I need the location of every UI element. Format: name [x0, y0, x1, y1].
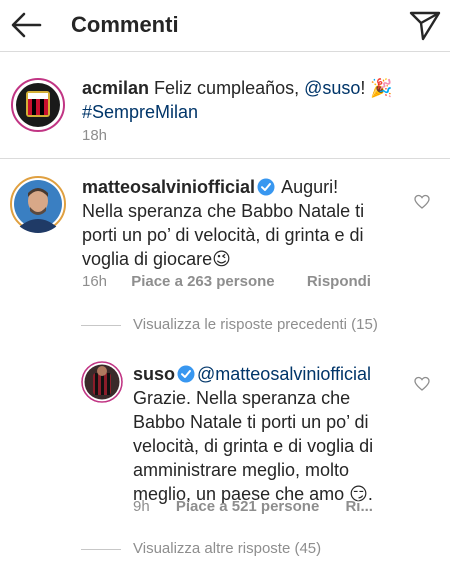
verified-badge-icon	[257, 178, 275, 196]
like-heart-icon[interactable]	[414, 194, 430, 210]
acmilan-logo-icon	[9, 76, 67, 134]
matteosalvini-avatar[interactable]	[9, 175, 67, 233]
top-bar: Commenti	[0, 0, 450, 52]
comment-1-username[interactable]: matteosalviniofficial	[82, 177, 255, 197]
acmilan-avatar[interactable]	[9, 76, 67, 134]
caption-text: acmilan Feliz cumpleaños, @suso! 🎉 #Semp…	[82, 78, 393, 122]
hashtag-sempremilan[interactable]: #SempreMilan	[82, 102, 198, 122]
comment-1-likes[interactable]: Piace a 263 persone	[131, 273, 274, 290]
replies-divider	[81, 549, 121, 550]
post-caption: acmilan Feliz cumpleaños, @suso! 🎉 #Semp…	[0, 52, 450, 159]
reply-text: suso @matteosalviniofficial Grazie. Nella…	[133, 364, 374, 504]
like-heart-icon[interactable]	[414, 376, 430, 392]
reply-reply-button[interactable]: Ri...	[345, 498, 373, 515]
back-arrow-icon[interactable]	[10, 8, 42, 42]
suso-avatar[interactable]	[81, 361, 123, 403]
page-title: Commenti	[71, 12, 179, 37]
comment-1-text: matteosalviniofficial Auguri! Nella sper…	[82, 177, 365, 269]
replies-divider	[81, 325, 121, 326]
verified-badge-icon	[177, 365, 195, 383]
reply-meta: 9h Piace a 521 persone Ri...	[133, 498, 373, 515]
view-previous-replies[interactable]: Visualizza le risposte precedenti (15)	[133, 316, 378, 333]
comment-1-meta: 16h Piace a 263 persone Rispondi	[82, 273, 371, 290]
reply-time: 9h	[133, 498, 150, 515]
comment-1-reply-button[interactable]: Rispondi	[307, 273, 371, 290]
comment-1-time: 16h	[82, 273, 108, 290]
caption-time: 18h	[82, 127, 108, 144]
mention-suso[interactable]: @suso	[304, 78, 360, 98]
direct-send-icon[interactable]	[408, 10, 442, 42]
view-more-replies[interactable]: Visualizza altre risposte (45)	[133, 540, 321, 557]
user-photo-icon	[81, 361, 123, 403]
mention-matteosalviniofficial[interactable]: @matteosalviniofficial	[197, 364, 371, 384]
reply-username[interactable]: suso	[133, 364, 175, 384]
user-photo-icon	[9, 175, 67, 233]
reply-likes[interactable]: Piace a 521 persone	[176, 498, 319, 515]
caption-username[interactable]: acmilan	[82, 78, 149, 98]
